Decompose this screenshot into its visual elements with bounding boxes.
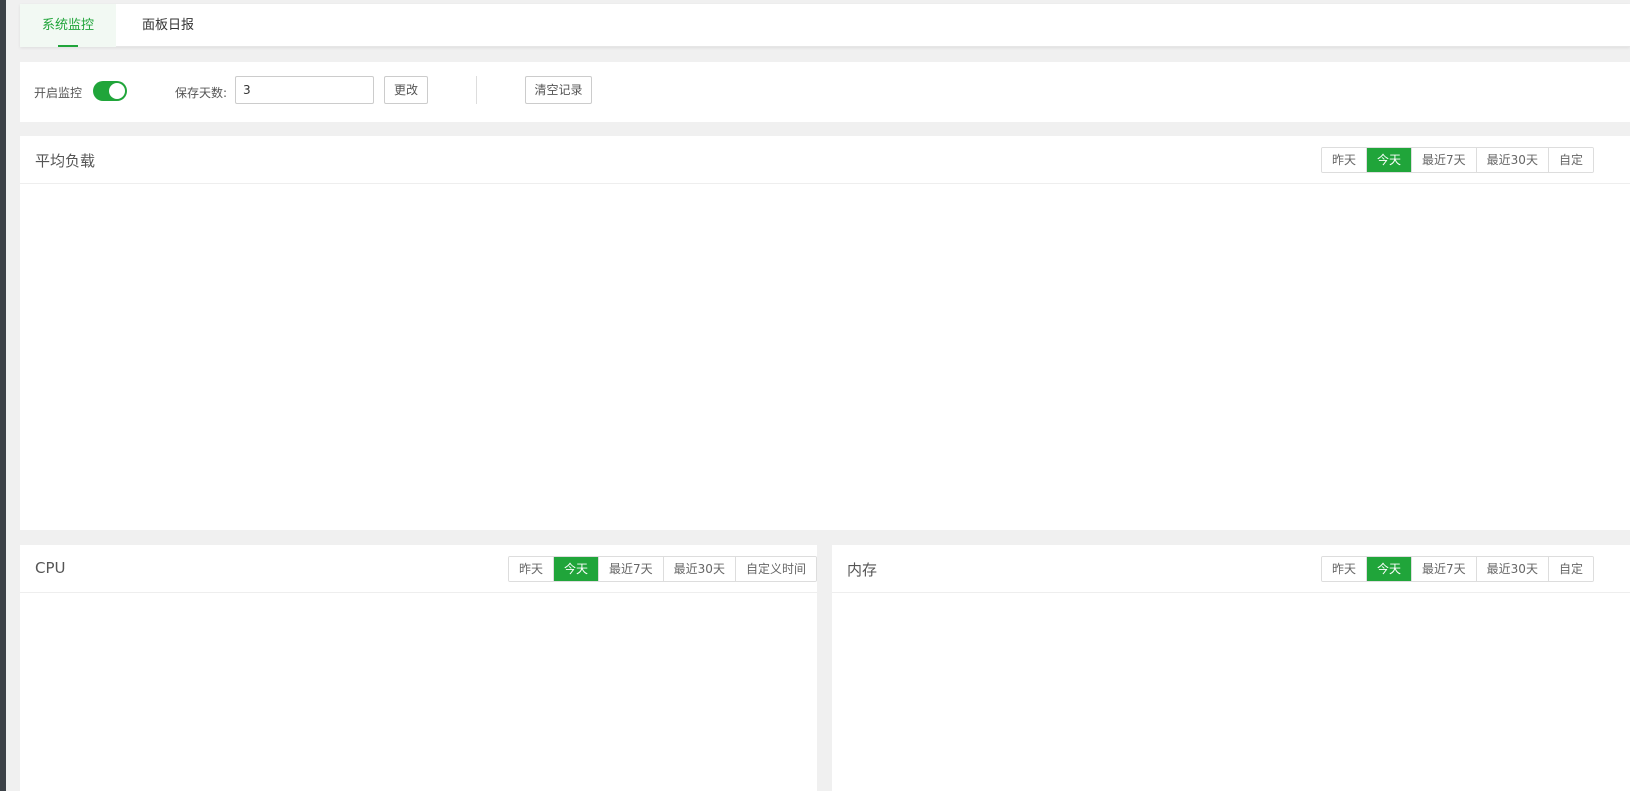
range-yesterday[interactable]: 昨天 (1322, 148, 1367, 172)
range-last-30-days[interactable]: 最近30天 (1475, 148, 1548, 172)
toggle-knob (109, 83, 125, 99)
range-custom[interactable]: 自定 (1547, 557, 1593, 581)
tab-system-monitor[interactable]: 系统监控 (20, 4, 116, 47)
cpu-panel: CPU 昨天 今天 最近7天 最近30天 自定义时间 (20, 545, 817, 791)
monitor-toggle-label: 开启监控 (34, 86, 83, 100)
tab-panel-daily-report[interactable]: 面板日报 (116, 4, 220, 47)
range-last-30-days[interactable]: 最近30天 (662, 557, 735, 581)
tab-bar: 系统监控 面板日报 (20, 4, 1630, 47)
monitor-toggle[interactable] (93, 81, 127, 101)
load-average-panel: 平均负载 昨天 今天 最近7天 最近30天 自定 (20, 136, 1630, 530)
panel-title: 内存 (847, 561, 878, 579)
range-custom[interactable]: 自定 (1547, 148, 1593, 172)
range-last-7-days[interactable]: 最近7天 (1411, 148, 1476, 172)
sidebar-edge (0, 0, 6, 791)
range-yesterday[interactable]: 昨天 (1322, 557, 1367, 581)
time-range-selector: 昨天 今天 最近7天 最近30天 自定义时间 (508, 556, 817, 582)
panel-title: 平均负载 (35, 152, 96, 170)
panel-header: 内存 昨天 今天 最近7天 最近30天 自定 (832, 545, 1630, 593)
range-today[interactable]: 今天 (1366, 148, 1412, 172)
range-yesterday[interactable]: 昨天 (509, 557, 554, 581)
panel-header: 平均负载 昨天 今天 最近7天 最近30天 自定 (20, 136, 1630, 184)
range-today[interactable]: 今天 (1366, 557, 1412, 581)
memory-chart-area (832, 594, 1630, 791)
active-tab-indicator (58, 45, 78, 47)
monitor-page: 系统监控 面板日报 开启监控 保存天数: 更改 清空记录 平均负载 昨天 今天 … (20, 4, 1630, 791)
panel-title: CPU (35, 559, 66, 577)
load-chart-area (20, 185, 1630, 530)
time-range-selector: 昨天 今天 最近7天 最近30天 自定 (1321, 556, 1594, 582)
change-button[interactable]: 更改 (384, 76, 428, 104)
time-range-selector: 昨天 今天 最近7天 最近30天 自定 (1321, 147, 1594, 173)
tab-label: 面板日报 (141, 18, 194, 33)
tab-label: 系统监控 (41, 18, 94, 33)
retention-days-label: 保存天数: (175, 86, 228, 100)
range-last-30-days[interactable]: 最近30天 (1475, 557, 1548, 581)
retention-days-input[interactable] (235, 76, 374, 104)
range-custom[interactable]: 自定义时间 (734, 557, 816, 581)
panel-header: CPU 昨天 今天 最近7天 最近30天 自定义时间 (20, 545, 817, 593)
range-last-7-days[interactable]: 最近7天 (1411, 557, 1476, 581)
monitor-controls: 开启监控 保存天数: 更改 清空记录 (20, 62, 1630, 122)
range-last-7-days[interactable]: 最近7天 (598, 557, 663, 581)
memory-panel: 内存 昨天 今天 最近7天 最近30天 自定 (832, 545, 1630, 791)
clear-records-button[interactable]: 清空记录 (525, 76, 592, 104)
divider (476, 76, 477, 104)
range-today[interactable]: 今天 (553, 557, 599, 581)
cpu-chart-area (20, 594, 817, 791)
